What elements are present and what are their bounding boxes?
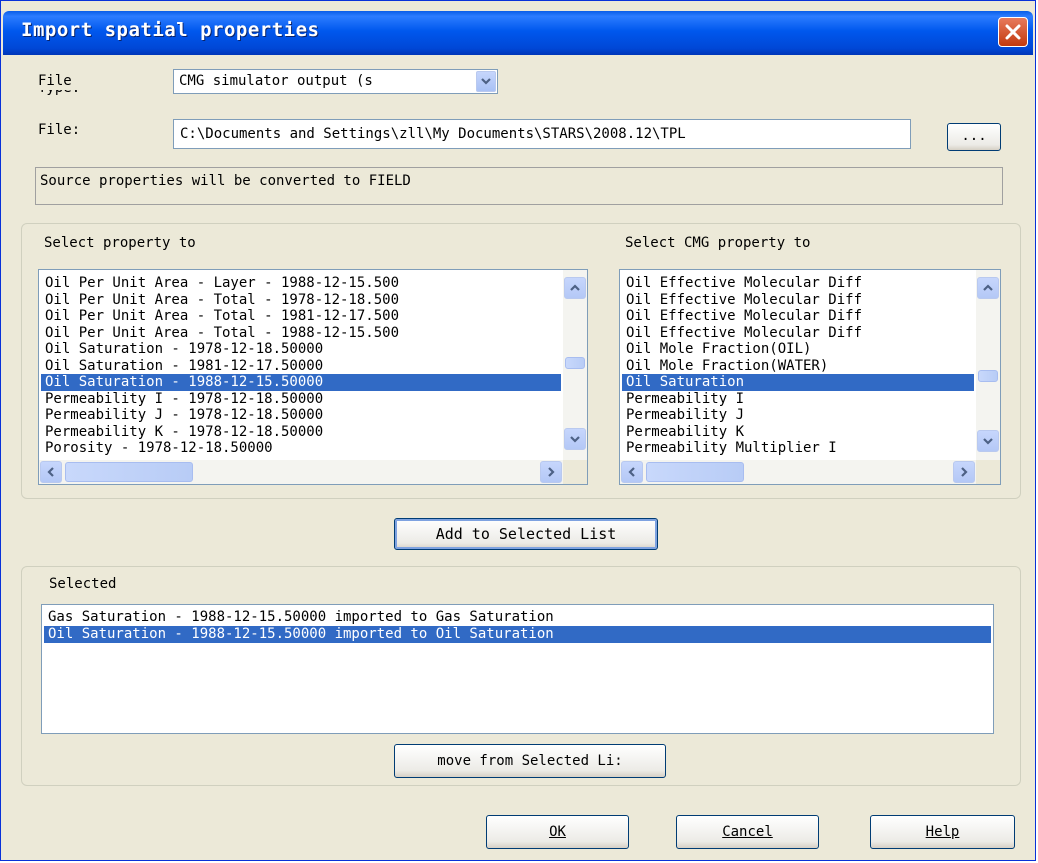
source-list-item[interactable]: Oil Saturation - 1988-12-15.50000 xyxy=(41,374,561,391)
dialog-window: Import spatial properties File Type: CMG… xyxy=(0,0,1036,861)
chevron-left-icon xyxy=(628,467,635,477)
add-to-selected-button[interactable]: Add to Selected List xyxy=(394,518,658,550)
scroll-down-button[interactable] xyxy=(977,430,999,452)
target-list-item[interactable]: Oil Effective Molecular Diff xyxy=(622,275,974,292)
target-list-item[interactable]: Oil Effective Molecular Diff xyxy=(622,325,974,342)
scroll-left-button[interactable] xyxy=(40,461,62,483)
browse-button[interactable]: ... xyxy=(947,123,1001,151)
source-list-label: Select property to xyxy=(44,235,196,251)
selected-list-item[interactable]: Oil Saturation - 1988-12-15.50000 import… xyxy=(44,626,991,643)
chevron-left-icon xyxy=(47,467,54,477)
file-label: File: xyxy=(38,122,81,138)
file-type-select[interactable]: CMG simulator output (s xyxy=(173,69,498,94)
help-label: Help xyxy=(925,824,960,840)
title-bar[interactable]: Import spatial properties xyxy=(3,11,1033,55)
help-button[interactable]: Help xyxy=(870,815,1015,849)
scroll-thumb[interactable] xyxy=(65,462,193,482)
status-text: Source properties will be converted to F… xyxy=(40,173,411,189)
scroll-down-button[interactable] xyxy=(564,428,586,450)
target-list-item[interactable]: Oil Effective Molecular Diff xyxy=(622,308,974,325)
target-list-label: Select CMG property to xyxy=(625,235,811,251)
ok-button[interactable]: OK xyxy=(486,815,629,849)
chevron-up-icon xyxy=(570,284,580,291)
source-list-item[interactable]: Permeability I - 1978-12-18.50000 xyxy=(41,391,561,408)
selected-label: Selected xyxy=(49,576,117,592)
chevron-down-icon xyxy=(481,78,491,85)
target-items: Oil Effective Molecular Diff Oil Effectiv… xyxy=(622,275,974,457)
target-list-item[interactable]: Oil Effective Molecular Diff xyxy=(622,292,974,309)
window-title: Import spatial properties xyxy=(21,19,320,41)
scroll-right-button[interactable] xyxy=(540,461,562,483)
scroll-thumb[interactable] xyxy=(978,370,998,382)
chevron-right-icon xyxy=(548,467,555,477)
source-list-item[interactable]: Oil Per Unit Area - Total - 1978-12-18.5… xyxy=(41,292,561,309)
source-list-item[interactable]: Permeability J - 1978-12-18.50000 xyxy=(41,407,561,424)
chevron-down-icon xyxy=(983,438,993,445)
cancel-button[interactable]: Cancel xyxy=(676,815,819,849)
scroll-up-button[interactable] xyxy=(564,277,586,299)
source-list-item[interactable]: Oil Saturation - 1981-12-17.50000 xyxy=(41,358,561,375)
target-list-item[interactable]: Oil Saturation xyxy=(622,374,974,391)
source-list-item[interactable]: Oil Per Unit Area - Total - 1988-12-15.5… xyxy=(41,325,561,342)
source-horizontal-scrollbar[interactable] xyxy=(39,460,563,484)
target-list-item[interactable]: Permeability I xyxy=(622,391,974,408)
scroll-left-button[interactable] xyxy=(621,461,643,483)
scroll-thumb[interactable] xyxy=(565,357,585,369)
close-icon xyxy=(1005,24,1021,40)
chevron-down-icon xyxy=(570,436,580,443)
selected-items: Gas Saturation - 1988-12-15.50000 import… xyxy=(42,605,993,643)
target-property-list[interactable]: Oil Effective Molecular Diff Oil Effectiv… xyxy=(619,269,1001,485)
target-vertical-scrollbar[interactable] xyxy=(976,270,1000,460)
file-type-label-overflow: Type: xyxy=(38,90,80,96)
source-items: Oil Per Unit Area - Layer - 1988-12-15.5… xyxy=(41,275,561,457)
close-button[interactable] xyxy=(998,17,1028,47)
selected-list-item[interactable]: Gas Saturation - 1988-12-15.50000 import… xyxy=(44,609,991,626)
source-list-item[interactable]: Oil Saturation - 1978-12-18.50000 xyxy=(41,341,561,358)
cancel-label: Cancel xyxy=(722,824,773,840)
file-type-label: File xyxy=(38,73,72,89)
target-list-item[interactable]: Oil Mole Fraction(WATER) xyxy=(622,358,974,375)
chevron-up-icon xyxy=(983,284,993,291)
ok-label: OK xyxy=(549,824,566,840)
scroll-corner xyxy=(563,460,587,484)
target-horizontal-scrollbar[interactable] xyxy=(620,460,976,484)
selected-list[interactable]: Gas Saturation - 1988-12-15.50000 import… xyxy=(41,604,994,734)
source-list-item[interactable]: Oil Per Unit Area - Layer - 1988-12-15.5… xyxy=(41,275,561,292)
target-list-item[interactable]: Permeability K xyxy=(622,424,974,441)
source-list-item[interactable]: Porosity - 1978-12-18.50000 xyxy=(41,440,561,457)
source-vertical-scrollbar[interactable] xyxy=(563,270,587,460)
file-path-field[interactable]: C:\Documents and Settings\zll\My Documen… xyxy=(173,119,911,149)
scroll-right-button[interactable] xyxy=(953,461,975,483)
target-list-item[interactable]: Permeability Multiplier I xyxy=(622,440,974,457)
remove-from-selected-button[interactable]: move from Selected Li: xyxy=(394,744,666,778)
file-type-dropdown-button[interactable] xyxy=(476,71,496,92)
scroll-corner xyxy=(976,460,1000,484)
file-type-value: CMG simulator output (s xyxy=(179,73,373,89)
source-list-item[interactable]: Oil Per Unit Area - Total - 1981-12-17.5… xyxy=(41,308,561,325)
status-box: Source properties will be converted to F… xyxy=(35,167,1003,205)
source-property-list[interactable]: Oil Per Unit Area - Layer - 1988-12-15.5… xyxy=(38,269,588,485)
target-list-item[interactable]: Oil Mole Fraction(OIL) xyxy=(622,341,974,358)
source-list-item[interactable]: Permeability K - 1978-12-18.50000 xyxy=(41,424,561,441)
file-path-value: C:\Documents and Settings\zll\My Documen… xyxy=(180,126,686,142)
target-list-item[interactable]: Permeability J xyxy=(622,407,974,424)
scroll-thumb[interactable] xyxy=(646,462,744,482)
chevron-right-icon xyxy=(961,467,968,477)
scroll-up-button[interactable] xyxy=(977,277,999,299)
